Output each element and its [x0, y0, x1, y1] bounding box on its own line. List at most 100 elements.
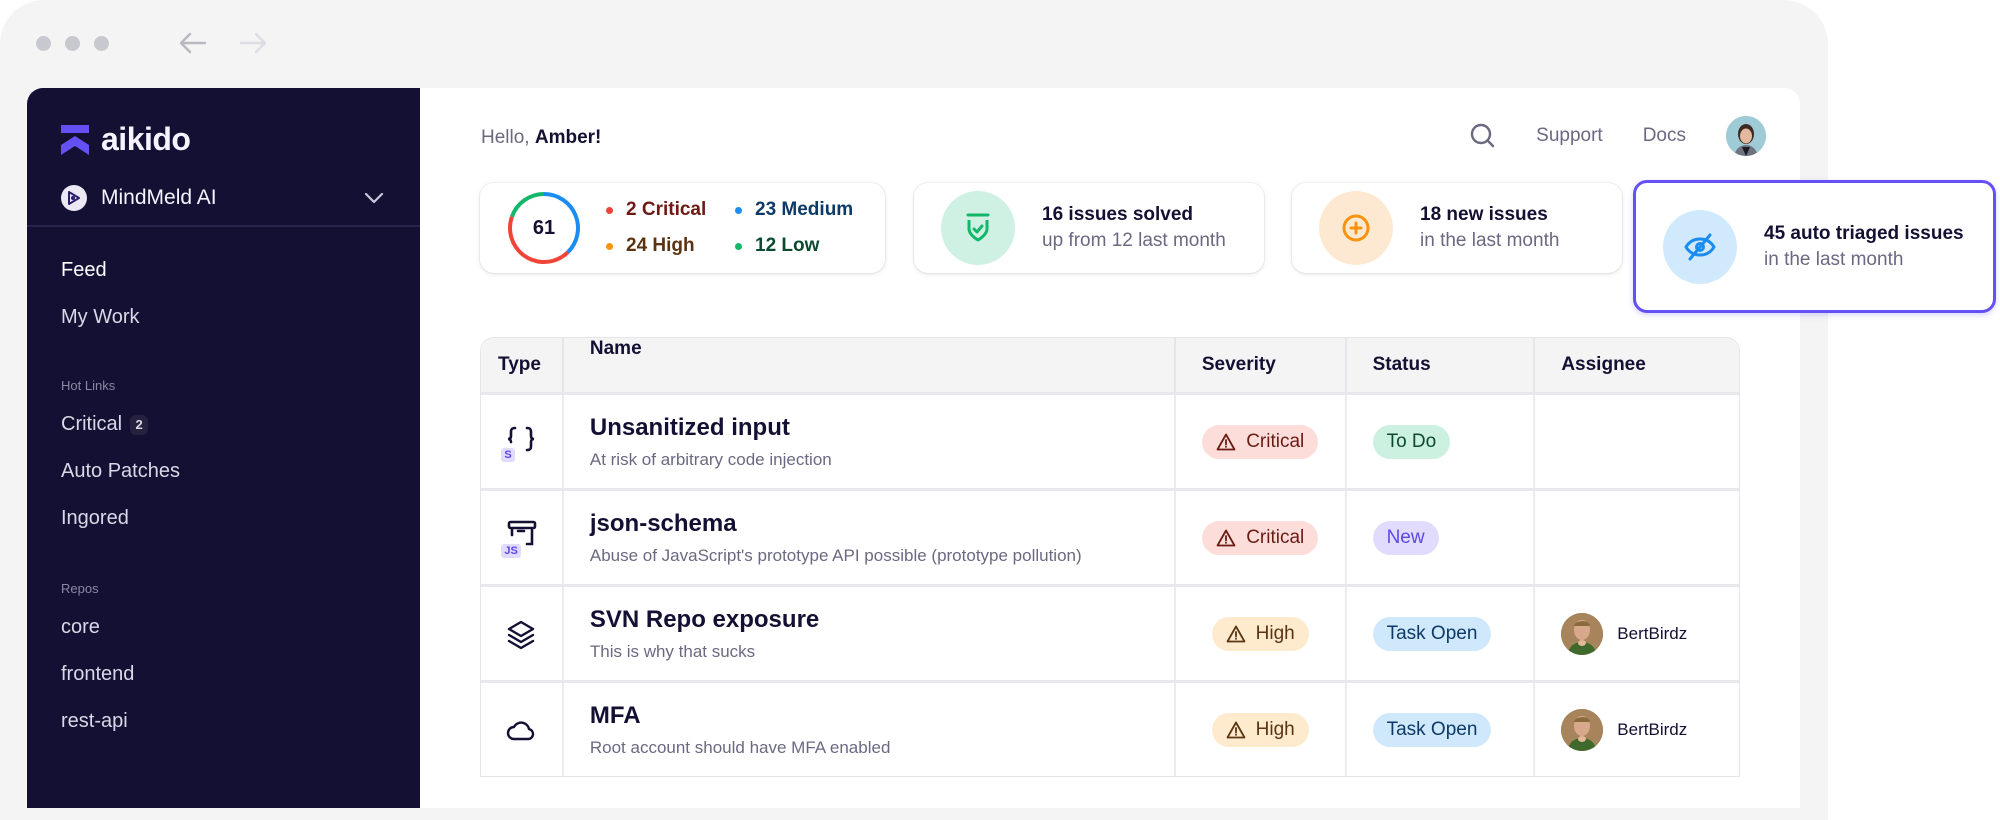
stat-subtitle: in the last month [1764, 248, 1904, 270]
issue-title[interactable]: SVN Repo exposure [590, 606, 819, 634]
sidebar: aikido MindMeld AI Feed My Work Hot Link… [27, 88, 420, 808]
arrow-left-icon [179, 32, 207, 54]
stat-subtitle: up from 12 last month [1042, 230, 1226, 251]
severity-badge: High [1211, 616, 1309, 651]
assignee[interactable]: BertBirdz [1561, 612, 1688, 655]
table-header: Type Name Severity Status Assignee [481, 338, 1739, 392]
legend-dot [606, 206, 613, 214]
issue-subtitle: Root account should have MFA enabled [589, 737, 891, 757]
column-header-type[interactable]: Type [481, 338, 564, 392]
browser-frame: aikido MindMeld AI Feed My Work Hot Link… [0, 0, 1828, 820]
workspace-name: MindMeld AI [101, 186, 217, 209]
workspace-selector[interactable]: MindMeld AI [61, 178, 386, 218]
table-row[interactable]: SVN Repo exposure This is why that sucks… [481, 584, 1739, 680]
total-issues: 61 [532, 216, 556, 239]
severity-label: High [1255, 622, 1295, 644]
sidebar-item-auto-patches[interactable]: Auto Patches [61, 460, 180, 483]
type-cell [481, 587, 564, 680]
stat-subtitle: in the last month [1420, 230, 1560, 251]
sidebar-item-repo-rest-api[interactable]: rest-api [61, 710, 128, 733]
assignee-avatar [1561, 612, 1604, 655]
assignee-name: BertBirdz [1617, 623, 1688, 643]
severity-legend: 2 Critical 23 Medium 24 High 12 Low [606, 199, 865, 257]
search-button[interactable] [1468, 121, 1498, 151]
support-link[interactable]: Support [1536, 125, 1603, 147]
chevron-down-icon[interactable] [362, 186, 386, 210]
stat-card-solved[interactable]: 16 issues solved up from 12 last month [914, 183, 1264, 273]
assignee-cell[interactable]: BertBirdz [1535, 683, 1739, 776]
table-row[interactable]: S Unsanitized input At risk of arbitrary… [481, 392, 1739, 488]
language-badge: JS [501, 543, 521, 558]
docs-link[interactable]: Docs [1643, 125, 1686, 147]
legend-critical[interactable]: 2 Critical [606, 199, 735, 221]
warning-triangle-icon [1216, 433, 1236, 450]
severity-summary-card[interactable]: 61 2 Critical 23 Medium 24 High 12 Low [480, 183, 885, 273]
severity-badge: Critical [1202, 424, 1319, 459]
severity-cell: Critical [1176, 491, 1347, 584]
stat-card-auto-triaged[interactable]: 45 auto triaged issues in the last month [1633, 180, 1996, 313]
severity-cell: High [1176, 587, 1347, 680]
issue-title[interactable]: json-schema [590, 510, 737, 538]
card-icon-circle [941, 191, 1015, 265]
legend-dot [606, 242, 613, 250]
user-name: Amber! [534, 127, 602, 148]
status-badge[interactable]: To Do [1372, 424, 1451, 459]
column-header-status[interactable]: Status [1347, 338, 1536, 392]
severity-cell: Critical [1176, 395, 1347, 488]
issue-title[interactable]: MFA [590, 702, 641, 730]
sidebar-item-ignored[interactable]: Ingored [61, 507, 129, 530]
issue-subtitle: This is why that sucks [589, 641, 756, 661]
column-header-severity[interactable]: Severity [1176, 338, 1347, 392]
sidebar-item-label: Critical [61, 413, 123, 435]
stat-title: 16 issues solved [1042, 204, 1194, 225]
status-badge[interactable]: Task Open [1372, 616, 1492, 651]
status-badge[interactable]: Task Open [1372, 712, 1492, 747]
count-badge: 2 [130, 414, 149, 435]
issue-subtitle: At risk of arbitrary code injection [589, 449, 832, 469]
window-dot-maximize[interactable] [94, 36, 109, 51]
column-header-name[interactable]: Name [564, 338, 1176, 392]
sidebar-item-feed[interactable]: Feed [61, 259, 107, 282]
window-controls [36, 36, 109, 51]
sidebar-item-label: My Work [61, 306, 140, 328]
status-badge[interactable]: New [1372, 520, 1439, 555]
legend-high[interactable]: 24 High [606, 235, 735, 257]
table-row[interactable]: JS json-schema Abuse of JavaScript's pro… [481, 488, 1739, 584]
column-header-assignee[interactable]: Assignee [1535, 338, 1739, 392]
warning-triangle-icon [1226, 625, 1246, 642]
stat-card-new[interactable]: 18 new issues in the last month [1292, 183, 1622, 273]
issue-title[interactable]: Unsanitized input [590, 414, 790, 442]
name-cell: json-schema Abuse of JavaScript's protot… [564, 491, 1176, 584]
logo[interactable]: aikido [61, 121, 191, 158]
severity-cell: High [1176, 683, 1347, 776]
sidebar-item-repo-frontend[interactable]: frontend [61, 663, 134, 686]
window-dot-close[interactable] [36, 36, 51, 51]
table-row[interactable]: MFA Root account should have MFA enabled… [481, 680, 1739, 776]
sidebar-item-repo-core[interactable]: core [61, 616, 100, 639]
assignee-cell[interactable]: BertBirdz [1535, 587, 1739, 680]
window-dot-minimize[interactable] [65, 36, 80, 51]
assignee-cell[interactable] [1535, 395, 1739, 488]
card-icon-circle [1319, 191, 1393, 265]
legend-dot [735, 206, 742, 214]
layers-icon [508, 620, 535, 649]
name-cell: MFA Root account should have MFA enabled [564, 683, 1176, 776]
top-nav: Support Docs [1468, 116, 1766, 156]
severity-donut: 61 [506, 190, 582, 266]
assignee-cell[interactable] [1535, 491, 1739, 584]
assignee[interactable]: BertBirdz [1561, 708, 1687, 751]
legend-low[interactable]: 12 Low [735, 235, 865, 257]
workspace-logo-icon [61, 185, 87, 211]
back-button[interactable] [178, 28, 208, 58]
forward-button[interactable] [238, 28, 268, 58]
user-avatar[interactable] [1726, 116, 1766, 156]
severity-badge: High [1211, 712, 1309, 747]
sidebar-item-label: Feed [61, 259, 107, 281]
legend-medium[interactable]: 23 Medium [735, 199, 865, 221]
warning-triangle-icon [1226, 721, 1246, 738]
warning-triangle-icon [1216, 529, 1236, 546]
sidebar-item-critical[interactable]: Critical 2 [61, 413, 149, 436]
sidebar-item-my-work[interactable]: My Work [61, 306, 140, 329]
severity-label: Critical [1246, 430, 1305, 452]
issues-table: Type Name Severity Status Assignee S Uns… [480, 337, 1740, 777]
